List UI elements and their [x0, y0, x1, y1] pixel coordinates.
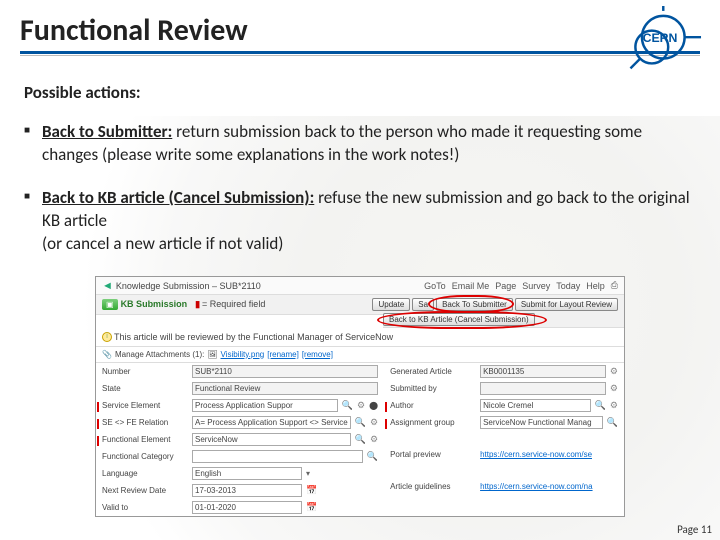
label-assignment-group: Assignment group — [390, 418, 476, 427]
input-valid-to[interactable]: 01-01-2020 — [192, 501, 302, 514]
required-bar-icon: ▮ — [195, 299, 200, 310]
label-generated-article: Generated Article — [390, 367, 476, 376]
update-button[interactable]: Update — [372, 298, 410, 311]
input-se-fe-relation[interactable]: A= Process Application Support <> Servic… — [192, 416, 351, 429]
label-se-fe-relation: SE <> FE Relation — [102, 418, 188, 427]
attachment-rename-link[interactable]: [rename] — [267, 350, 299, 359]
lookup-icon[interactable]: 🔍 — [355, 434, 366, 445]
action-list: Back to Submitter: return submission bac… — [24, 121, 696, 256]
gear-icon[interactable]: ⚙ — [370, 417, 378, 428]
action-label: Back to Submitter: — [42, 121, 172, 142]
label-functional-element: Functional Element — [102, 435, 188, 444]
back-to-kb-button[interactable]: Back to KB Article (Cancel Submission) — [383, 313, 535, 326]
survey-link[interactable]: Survey — [522, 281, 550, 291]
header: Functional Review CERN — [0, 0, 720, 64]
calendar-icon[interactable]: 📅 — [306, 485, 317, 496]
back-arrow-icon[interactable]: ◄ — [102, 280, 113, 292]
header-rule-grey — [20, 55, 700, 56]
label-service-element: Service Element — [102, 401, 188, 410]
label-article-guidelines: Article guidelines — [390, 482, 476, 491]
subheading: Possible actions: — [24, 82, 696, 103]
label-submitted-by: Submitted by — [390, 384, 476, 393]
label-portal-preview: Portal preview — [390, 450, 476, 459]
screenshot-mock: ◄ Knowledge Submission – SUB*2110 GoTo E… — [95, 276, 625, 517]
lookup-icon[interactable]: 🔍 — [367, 451, 378, 462]
label-next-review-date: Next Review Date — [102, 486, 188, 495]
input-state: Functional Review — [192, 382, 378, 395]
label-language: Language — [102, 469, 188, 478]
page-title: Functional Review — [20, 12, 700, 49]
gear-icon[interactable]: ⚙ — [610, 366, 618, 377]
page-number: Page 11 — [677, 523, 712, 536]
lookup-icon[interactable]: 🔍 — [355, 417, 366, 428]
mock-actionbar: ▣ KB Submission ▮ = Required field Updat… — [96, 295, 624, 315]
input-language[interactable]: English — [192, 467, 302, 480]
portal-preview-link[interactable]: https://cern.service-now.com/se — [480, 450, 592, 459]
action-item-back-to-submitter: Back to Submitter: return submission bac… — [24, 121, 696, 167]
save-button[interactable]: Sa — [412, 298, 434, 311]
chevron-down-icon[interactable]: ▾ — [306, 469, 310, 478]
label-functional-category: Functional Category — [102, 452, 188, 461]
back-to-submitter-button[interactable]: Back To Submitter — [436, 298, 513, 311]
attachment-file-link[interactable]: Visibility.png — [221, 350, 265, 359]
action-label: Back to KB article (Cancel Submission): — [42, 187, 314, 208]
kb-badge-icon: ▣ — [102, 299, 118, 310]
form-grid: Number SUB*2110 State Functional Review Se… — [96, 363, 624, 516]
input-author[interactable]: Nicole Cremel — [480, 399, 591, 412]
gear-icon[interactable]: ⚙ — [370, 434, 378, 445]
form-left-col: Number SUB*2110 State Functional Review Se… — [96, 363, 384, 516]
badge-icon: ⬤ — [369, 401, 378, 410]
required-note: = Required field — [202, 299, 265, 309]
input-number: SUB*2110 — [192, 365, 378, 378]
goto-link[interactable]: GoTo — [424, 281, 446, 291]
calendar-icon[interactable]: 📅 — [306, 502, 317, 513]
input-functional-category[interactable] — [192, 450, 363, 463]
paperclip-icon[interactable]: 📎 — [102, 350, 112, 359]
input-next-review-date[interactable]: 17-03-2013 — [192, 484, 302, 497]
action-item-back-to-kb: Back to KB article (Cancel Submission): … — [24, 187, 696, 256]
input-assignment-group[interactable]: ServiceNow Functional Manag — [480, 416, 603, 429]
label-state: State — [102, 384, 188, 393]
today-link[interactable]: Today — [556, 281, 580, 291]
article-guidelines-link[interactable]: https://cern.service-now.com/na — [480, 482, 593, 491]
kb-submission-label: KB Submission — [121, 299, 188, 309]
mock-note: i This article will be reviewed by the F… — [96, 328, 624, 347]
print-icon[interactable]: ⎙ — [611, 280, 618, 291]
lookup-icon[interactable]: 🔍 — [595, 400, 606, 411]
gear-icon[interactable]: ⚙ — [610, 400, 618, 411]
attachment-remove-link[interactable]: [remove] — [302, 350, 333, 359]
mock-actionbar-row2: Back to KB Article (Cancel Submission) — [383, 314, 624, 328]
breadcrumb: Knowledge Submission – SUB*2110 — [116, 281, 261, 291]
cern-logo: CERN — [618, 6, 702, 70]
info-icon: i — [102, 332, 112, 342]
label-number: Number — [102, 367, 188, 376]
lookup-icon[interactable]: 🔍 — [342, 400, 353, 411]
submit-layout-review-button[interactable]: Submit for Layout Review — [515, 298, 618, 311]
input-service-element[interactable]: Process Application Suppor — [192, 399, 338, 412]
help-link[interactable]: Help — [586, 281, 605, 291]
header-rule-blue — [20, 51, 700, 54]
input-functional-element[interactable]: ServiceNow — [192, 433, 351, 446]
input-generated-article: KB0001135 — [480, 365, 606, 378]
svg-text:CERN: CERN — [643, 31, 678, 45]
input-submitted-by — [480, 382, 606, 395]
image-icon: 🖼 — [207, 350, 217, 359]
page-link[interactable]: Page — [495, 281, 516, 291]
form-right-col: Generated Article KB0001135 ⚙ Submitted by… — [384, 363, 624, 516]
mock-attachments: 📎 Manage Attachments (1): 🖼 Visibility.p… — [96, 347, 624, 363]
label-valid-to: Valid to — [102, 503, 188, 512]
gear-icon[interactable]: ⚙ — [357, 400, 365, 411]
gear-icon[interactable]: ⚙ — [610, 383, 618, 394]
emailme-link[interactable]: Email Me — [452, 281, 490, 291]
lookup-icon[interactable]: 🔍 — [607, 417, 618, 428]
mock-note-text: This article will be reviewed by the Fun… — [114, 332, 393, 342]
attachments-label: Manage Attachments (1): — [115, 350, 204, 359]
label-author: Author — [390, 401, 476, 410]
mock-topbar: ◄ Knowledge Submission – SUB*2110 GoTo E… — [96, 277, 624, 295]
content: Possible actions: Back to Submitter: ret… — [0, 64, 720, 256]
